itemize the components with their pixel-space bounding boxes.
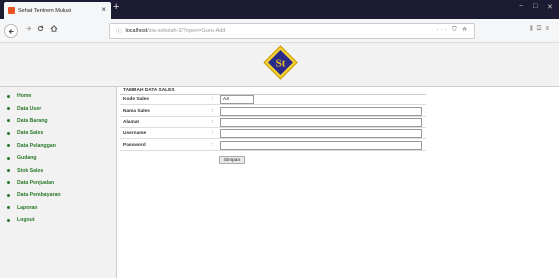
reload-button[interactable]: [37, 25, 44, 34]
library-icon[interactable]: ⫼: [530, 26, 537, 32]
colon: :: [212, 142, 214, 148]
forward-arrow-icon: [26, 26, 32, 31]
address-bar-actions: ··· ⛉ ☆: [436, 27, 469, 34]
bullet-icon: [7, 94, 10, 98]
sidebar-item-data-sales[interactable]: Data Sales: [0, 127, 116, 139]
tab-title: Sehat Tentrem Mulusi: [18, 7, 72, 14]
sidebar-menu: Home Data User Data Barang Data Sales Da…: [0, 87, 116, 226]
bullet-icon: [7, 181, 10, 185]
address-bar[interactable]: ⓘ localhost /sia-sekolah-2/?open=Guru-Ad…: [109, 23, 475, 39]
form-row-kode-sales: Kode Sales :: [120, 95, 426, 105]
logo-text: St: [276, 58, 286, 70]
field-label: Alamat: [123, 120, 139, 125]
sidebar-item-data-user[interactable]: Data User: [0, 102, 116, 114]
url-path: /sia-sekolah-2/?open=Guru-Add: [147, 28, 226, 34]
form-row-username: Username :: [120, 129, 426, 139]
browser-tab[interactable]: Sehat Tentrem Mulusi ×: [4, 2, 111, 19]
bullet-icon: [7, 156, 10, 160]
forward-button[interactable]: [25, 25, 32, 34]
page-header: St: [0, 43, 559, 87]
window-maximize-button[interactable]: □: [533, 3, 537, 10]
sidebar-item-data-pembayaran[interactable]: Data Pembayaran: [0, 189, 116, 201]
field-label: Nama Sales: [123, 109, 150, 114]
bullet-icon: [7, 144, 10, 148]
bullet-icon: [7, 193, 10, 197]
bullet-icon: [7, 107, 10, 111]
bullet-icon: [7, 218, 10, 222]
pocket-icon[interactable]: ⛉: [452, 27, 459, 33]
kode-sales-input[interactable]: [220, 95, 254, 104]
sidebar-item-data-penjualan[interactable]: Data Penjualan: [0, 177, 116, 189]
bullet-icon: [7, 206, 10, 210]
sidebar-item-gudang[interactable]: Gudang: [0, 152, 116, 164]
sidebar-item-laporan[interactable]: Laporan: [0, 202, 116, 214]
window-minimize-button[interactable]: −: [519, 3, 523, 10]
bookmark-star-icon[interactable]: ☆: [462, 27, 469, 33]
page-actions-icon[interactable]: ···: [436, 27, 452, 33]
window-close-button[interactable]: ✕: [547, 3, 553, 11]
browser-navbar: ⓘ localhost /sia-sekolah-2/?open=Guru-Ad…: [0, 19, 559, 43]
form-row-alamat: Alamat :: [120, 118, 426, 128]
hamburger-menu-icon[interactable]: ≡: [545, 26, 553, 32]
field-label: Password: [123, 143, 146, 148]
bullet-icon: [7, 131, 10, 135]
colon: :: [212, 130, 214, 136]
site-favicon-icon: [8, 7, 15, 14]
nama-sales-input[interactable]: [220, 107, 422, 116]
sidebar-item-data-barang[interactable]: Data Barang: [0, 115, 116, 127]
bullet-icon: [7, 119, 10, 123]
sidebar-item-home[interactable]: Home: [0, 90, 116, 102]
reload-icon: [38, 25, 44, 31]
site-logo: St: [263, 45, 298, 80]
sidebar-item-logout[interactable]: Logout: [0, 214, 116, 226]
back-arrow-icon: [8, 28, 14, 34]
home-button[interactable]: [50, 25, 58, 34]
colon: :: [212, 119, 214, 125]
save-button[interactable]: Simpan: [219, 156, 245, 164]
colon: :: [212, 96, 214, 102]
url-host: localhost: [125, 28, 148, 34]
home-icon: [50, 25, 58, 32]
username-input[interactable]: [220, 129, 422, 138]
back-button[interactable]: [4, 24, 18, 38]
alamat-input[interactable]: [220, 118, 422, 127]
bullet-icon: [7, 169, 10, 173]
new-tab-button[interactable]: +: [113, 1, 119, 13]
tab-close-icon[interactable]: ×: [101, 5, 106, 14]
form-row-nama-sales: Nama Sales :: [120, 107, 426, 117]
toolbar-right: ⫼◫≡: [530, 26, 553, 33]
sidebar-item-data-pelanggan[interactable]: Data Pelanggan: [0, 140, 116, 152]
field-label: Kode Sales: [123, 97, 149, 102]
browser-tabbar: Sehat Tentrem Mulusi × + − □ ✕: [0, 0, 559, 19]
field-label: Username: [123, 131, 147, 136]
info-icon: ⓘ: [116, 29, 122, 35]
sidebar: Home Data User Data Barang Data Sales Da…: [0, 87, 117, 278]
colon: :: [212, 108, 214, 114]
form-row-password: Password :: [120, 141, 426, 151]
sidebar-item-stok-sales[interactable]: Stok Sales: [0, 164, 116, 176]
password-input[interactable]: [220, 141, 422, 150]
